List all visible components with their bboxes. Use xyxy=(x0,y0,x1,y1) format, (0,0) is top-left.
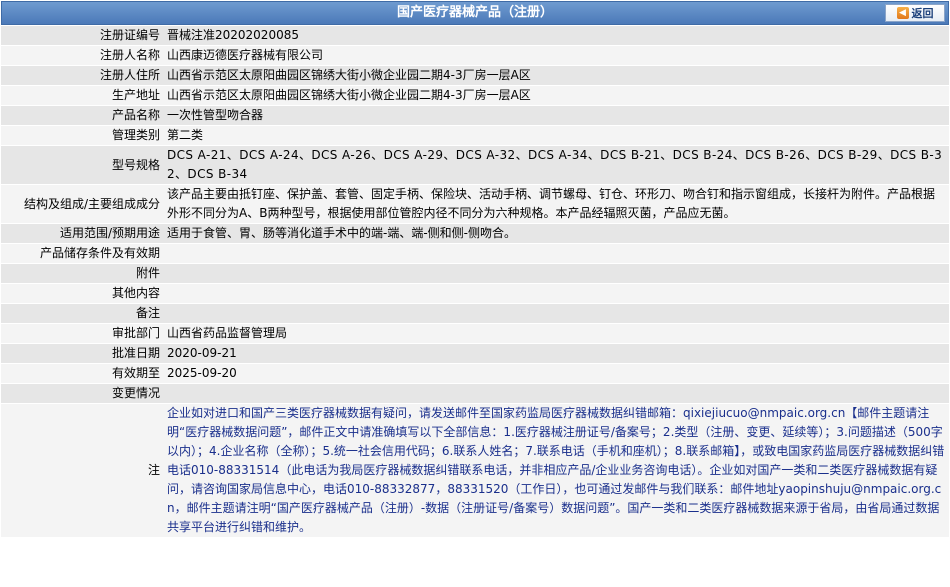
row-product-name: 产品名称 一次性管型吻合器 xyxy=(1,105,949,126)
notice-text: 企业如对进口和国产三类医疗器械数据有疑问，请发送邮件至国家药监局医疗器械数据纠错… xyxy=(164,403,949,537)
row-production-address: 生产地址 山西省示范区太原阳曲园区锦绣大街小微企业园二期4-3厂房一层A区 xyxy=(1,85,949,106)
field-value: 山西省药品监督管理局 xyxy=(164,323,949,344)
row-registrant-address: 注册人住所 山西省示范区太原阳曲园区锦绣大街小微企业园二期4-3厂房一层A区 xyxy=(1,65,949,86)
row-approval-date: 批准日期 2020-09-21 xyxy=(1,343,949,364)
field-label: 变更情况 xyxy=(1,383,164,404)
row-storage: 产品储存条件及有效期 xyxy=(1,243,949,264)
field-label: 注 xyxy=(1,403,164,537)
field-label: 其他内容 xyxy=(1,283,164,304)
row-category: 管理类别 第二类 xyxy=(1,125,949,146)
field-label: 产品名称 xyxy=(1,105,164,126)
field-value xyxy=(164,263,949,284)
back-arrow-icon: ◀ xyxy=(896,7,909,19)
field-label: 备注 xyxy=(1,303,164,324)
field-value xyxy=(164,243,949,264)
field-label: 管理类别 xyxy=(1,125,164,146)
product-detail-table: 注册证编号 晋械注准20202020085 注册人名称 山西康迈德医疗器械有限公… xyxy=(1,25,949,537)
field-label: 附件 xyxy=(1,263,164,284)
row-attachment: 附件 xyxy=(1,263,949,284)
field-value: 山西省示范区太原阳曲园区锦绣大街小微企业园二期4-3厂房一层A区 xyxy=(164,65,949,86)
row-remarks: 备注 xyxy=(1,303,949,324)
field-value: 山西省示范区太原阳曲园区锦绣大街小微企业园二期4-3厂房一层A区 xyxy=(164,85,949,106)
field-value: DCS A-21、DCS A-24、DCS A-26、DCS A-29、DCS … xyxy=(164,145,949,185)
field-label: 结构及组成/主要组成成分 xyxy=(1,184,164,224)
field-value: 第二类 xyxy=(164,125,949,146)
field-label: 注册人名称 xyxy=(1,45,164,66)
row-scope: 适用范围/预期用途 适用于食管、胃、肠等消化道手术中的端-端、端-侧和侧-侧吻合… xyxy=(1,223,949,244)
field-value: 适用于食管、胃、肠等消化道手术中的端-端、端-侧和侧-侧吻合。 xyxy=(164,223,949,244)
field-label: 有效期至 xyxy=(1,363,164,384)
row-reg-no: 注册证编号 晋械注准20202020085 xyxy=(1,25,949,46)
field-label: 注册人住所 xyxy=(1,65,164,86)
field-label: 审批部门 xyxy=(1,323,164,344)
field-value: 一次性管型吻合器 xyxy=(164,105,949,126)
row-models: 型号规格 DCS A-21、DCS A-24、DCS A-26、DCS A-29… xyxy=(1,145,949,185)
field-label: 批准日期 xyxy=(1,343,164,364)
field-value: 2020-09-21 xyxy=(164,343,949,364)
back-button-label: 返回 xyxy=(911,7,934,20)
field-label: 适用范围/预期用途 xyxy=(1,223,164,244)
row-other: 其他内容 xyxy=(1,283,949,304)
page-header: 国产医疗器械产品（注册） ◀ 返回 xyxy=(1,1,949,25)
field-value: 晋械注准20202020085 xyxy=(164,25,949,46)
row-approval-dept: 审批部门 山西省药品监督管理局 xyxy=(1,323,949,344)
field-label: 型号规格 xyxy=(1,145,164,185)
row-composition: 结构及组成/主要组成成分 该产品主要由抵钉座、保护盖、套管、固定手柄、保险块、活… xyxy=(1,184,949,224)
row-change-info: 变更情况 xyxy=(1,383,949,404)
field-label: 注册证编号 xyxy=(1,25,164,46)
field-value: 该产品主要由抵钉座、保护盖、套管、固定手柄、保险块、活动手柄、调节螺母、钉仓、环… xyxy=(164,184,949,224)
field-value: 山西康迈德医疗器械有限公司 xyxy=(164,45,949,66)
field-label: 产品储存条件及有效期 xyxy=(1,243,164,264)
field-value: 2025-09-20 xyxy=(164,363,949,384)
field-value xyxy=(164,383,949,404)
field-value xyxy=(164,283,949,304)
row-note: 注 企业如对进口和国产三类医疗器械数据有疑问，请发送邮件至国家药监局医疗器械数据… xyxy=(1,403,949,537)
back-button[interactable]: ◀ 返回 xyxy=(885,4,945,22)
page-title: 国产医疗器械产品（注册） xyxy=(396,5,553,20)
row-registrant: 注册人名称 山西康迈德医疗器械有限公司 xyxy=(1,45,949,66)
field-value xyxy=(164,303,949,324)
row-valid-until: 有效期至 2025-09-20 xyxy=(1,363,949,384)
field-label: 生产地址 xyxy=(1,85,164,106)
